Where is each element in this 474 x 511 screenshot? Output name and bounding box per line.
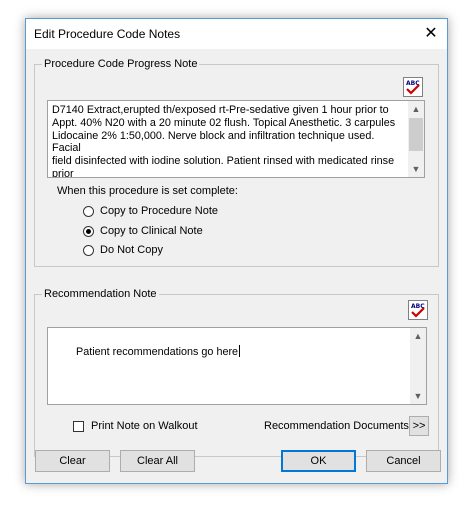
radio-button[interactable] <box>83 205 94 217</box>
clear-button[interactable]: Clear <box>35 450 110 472</box>
cancel-button[interactable]: Cancel <box>366 450 441 472</box>
progress-note-textarea[interactable]: D7140 Extract,erupted th/exposed rt-Pre-… <box>47 100 425 178</box>
dialog-title: Edit Procedure Code Notes <box>34 27 181 41</box>
recommendation-note-text: Patient recommendations go here <box>76 345 239 358</box>
radio-do-not-copy[interactable]: Do Not Copy <box>83 243 163 257</box>
radio-button[interactable] <box>83 244 94 256</box>
radio-copy-to-clinical-note[interactable]: Copy to Clinical Note <box>83 224 203 238</box>
scroll-up-icon[interactable]: ▲ <box>410 328 426 344</box>
radio-button-selected[interactable] <box>83 225 94 237</box>
recommendation-note-legend: Recommendation Note <box>42 287 159 302</box>
scroll-down-icon[interactable]: ▼ <box>410 388 426 404</box>
recommendation-documents-label: Recommendation Documents: <box>264 420 412 432</box>
progress-note-text: D7140 Extract,erupted th/exposed rt-Pre-… <box>52 104 396 178</box>
title-bar: Edit Procedure Code Notes ✕ <box>26 19 447 49</box>
recommendation-note-scrollbar[interactable]: ▲ ▼ <box>410 328 426 404</box>
radio-label: Copy to Procedure Note <box>100 205 219 217</box>
print-note-on-walkout-checkbox[interactable]: Print Note on Walkout <box>73 419 198 433</box>
clear-all-button[interactable]: Clear All <box>120 450 195 472</box>
ok-button[interactable]: OK <box>281 450 356 472</box>
recommendation-note-textarea[interactable]: Patient recommendations go here ▲ ▼ <box>47 327 427 405</box>
recommendation-note-group: Recommendation Note ABC Patient recommen… <box>34 287 439 457</box>
radio-copy-to-procedure-note[interactable]: Copy to Procedure Note <box>83 204 218 218</box>
close-icon[interactable]: ✕ <box>415 19 447 49</box>
progress-note-legend: Procedure Code Progress Note <box>42 57 200 72</box>
scroll-thumb[interactable] <box>409 118 423 151</box>
recommendation-documents-button[interactable]: >> <box>409 416 429 436</box>
edit-procedure-code-notes-dialog: Edit Procedure Code Notes ✕ Procedure Co… <box>25 18 448 484</box>
radio-label: Do Not Copy <box>100 244 163 256</box>
checkbox[interactable] <box>73 420 84 432</box>
print-note-label: Print Note on Walkout <box>91 420 198 432</box>
progress-note-scrollbar[interactable]: ▲ ▼ <box>408 101 424 177</box>
progress-note-group: Procedure Code Progress Note ABC D7140 E… <box>34 57 439 267</box>
spell-check-icon[interactable]: ABC <box>408 300 428 320</box>
scroll-up-icon[interactable]: ▲ <box>408 101 424 117</box>
spell-check-icon[interactable]: ABC <box>403 77 423 97</box>
scroll-down-icon[interactable]: ▼ <box>408 161 424 177</box>
radio-label: Copy to Clinical Note <box>100 225 203 237</box>
when-complete-label: When this procedure is set complete: <box>57 185 238 197</box>
text-caret <box>239 344 241 357</box>
